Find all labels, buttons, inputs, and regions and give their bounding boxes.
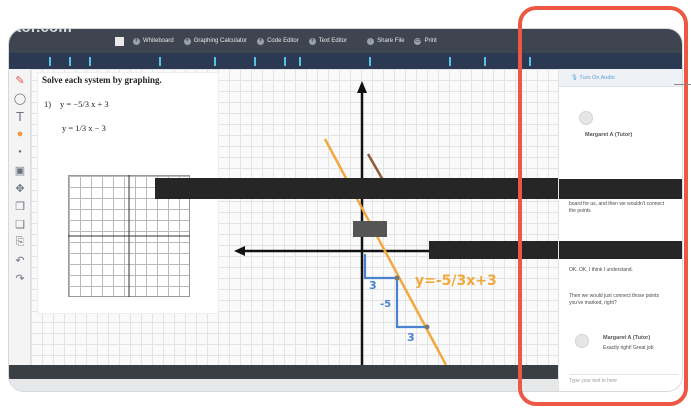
share-icon: ↑ [367, 37, 375, 45]
brand-logo: utor.com [9, 29, 72, 36]
rise-label-bottom: 3 [407, 331, 415, 344]
clip-icon[interactable]: ⎘ [13, 235, 27, 249]
share-file-button[interactable]: ↑ Share File [362, 34, 409, 48]
tool-rail: ✎ ◯ T ● ● ▣ ✥ ❐ ❏ ⎘ ↶ ↷ [9, 69, 31, 369]
print-button[interactable]: ▭ Print [409, 34, 441, 48]
line-equation-label: y=-5/3x+3 [415, 273, 497, 289]
move-icon[interactable]: ✥ [13, 181, 27, 195]
image-icon[interactable]: ▣ [13, 163, 27, 177]
circle-icon[interactable]: ◯ [13, 91, 27, 105]
paste-icon[interactable]: ❏ [13, 217, 27, 231]
plus-icon: + [183, 37, 191, 45]
run-label: -5 [380, 299, 392, 310]
text-editor-button[interactable]: + Text Editor [304, 34, 352, 48]
axis-arrow-up [357, 81, 367, 93]
pencil-icon[interactable]: ✎ [13, 73, 27, 87]
overlay-banner [353, 221, 387, 237]
dot-icon[interactable]: ● [13, 145, 27, 159]
plus-icon: + [257, 37, 265, 45]
copy-icon[interactable]: ❐ [13, 199, 27, 213]
code-editor-button[interactable]: + Code Editor [252, 34, 304, 48]
plus-icon: + [308, 37, 316, 45]
whiteboard-button[interactable]: + Whiteboard [128, 34, 179, 48]
axis-arrow-left [234, 246, 245, 256]
plus-icon: + [133, 37, 140, 45]
undo-icon[interactable]: ↶ [13, 253, 27, 267]
text-tool-icon[interactable]: T [13, 109, 27, 124]
color-palette-icon[interactable]: ● [13, 127, 27, 141]
rise-label-top: 3 [369, 279, 377, 292]
highlight-box [518, 6, 688, 406]
bottom-bar [9, 365, 558, 391]
graphing-calculator-button[interactable]: + Graphing Calculator [179, 34, 252, 48]
overlay-banner [155, 178, 558, 199]
callout-line [674, 84, 691, 85]
redo-icon[interactable]: ↷ [13, 271, 27, 285]
bottom-strip [9, 365, 558, 379]
menu-icon[interactable] [115, 36, 124, 46]
print-icon: ▭ [414, 37, 422, 45]
drawn-graph [234, 81, 556, 365]
